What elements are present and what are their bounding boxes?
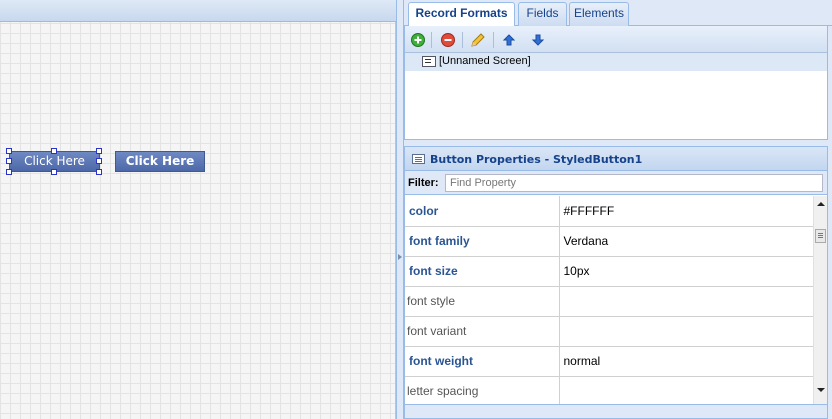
property-value[interactable]: normal [559,346,813,377]
styled-button[interactable]: Click Here [115,151,205,172]
resize-handle-e[interactable] [96,158,102,164]
property-name: font variant [405,316,560,347]
formats-toolbar [405,26,827,53]
property-row[interactable]: font variant [405,316,813,347]
move-down-icon[interactable] [530,32,546,48]
move-up-icon[interactable] [501,32,517,48]
property-value[interactable]: #FFFFFF [559,196,813,227]
property-name: font weight [405,346,560,377]
property-name: font family [405,226,560,257]
panel-splitter[interactable] [396,0,404,419]
record-format-label: [Unnamed Screen] [439,55,531,67]
property-row[interactable]: font family Verdana [405,226,813,257]
property-grid-scrollbar[interactable] [813,196,827,406]
tab-elements[interactable]: Elements [569,2,629,26]
property-row[interactable]: font weight normal [405,346,813,377]
filter-label: Filter: [408,177,439,189]
property-value[interactable]: 10px [559,256,813,287]
scroll-thumb[interactable] [815,229,826,243]
property-value[interactable] [559,286,813,317]
screen-format-icon [422,56,436,67]
resize-handle-s[interactable] [51,169,57,175]
property-row[interactable]: color #FFFFFF [405,196,813,227]
tab-fields[interactable]: Fields [518,2,567,26]
resize-handle-w[interactable] [6,158,12,164]
find-property-input[interactable] [445,174,823,192]
canvas-header-bar [0,0,396,22]
toolbar-separator [493,32,494,48]
property-value[interactable]: Verdana [559,226,813,257]
property-name: font style [405,286,560,317]
tab-record-formats[interactable]: Record Formats [408,2,515,27]
toolbar-separator [462,32,463,48]
property-name: font size [405,256,560,287]
right-panel: Record Formats Fields Elements [Unnamed … [404,0,832,419]
record-format-item[interactable]: [Unnamed Screen] [405,53,827,71]
record-formats-panel: [Unnamed Screen] [404,26,828,140]
property-name: color [405,196,560,227]
scroll-down-icon[interactable] [817,388,825,392]
resize-handle-se[interactable] [96,169,102,175]
scroll-up-icon[interactable] [817,202,825,206]
property-row[interactable]: font size 10px [405,256,813,287]
tab-strip: Record Formats Fields Elements [404,0,832,27]
remove-icon[interactable] [440,32,456,48]
properties-header: Button Properties - StyledButton1 [405,147,827,171]
property-row[interactable]: letter spacing [405,376,813,406]
property-row[interactable]: font style [405,286,813,317]
property-value[interactable] [559,376,813,406]
resize-handle-sw[interactable] [6,169,12,175]
properties-title: Button Properties - StyledButton1 [430,153,643,166]
button-properties-panel: Button Properties - StyledButton1 Filter… [404,146,828,419]
property-grid: color #FFFFFF font family Verdana font s… [405,196,827,406]
resize-handle-nw[interactable] [6,148,12,154]
collapse-arrow-icon[interactable] [398,254,402,260]
toolbar-separator [431,32,432,48]
resize-handle-ne[interactable] [96,148,102,154]
property-value[interactable] [559,316,813,347]
add-icon[interactable] [410,32,426,48]
resize-handle-n[interactable] [51,148,57,154]
edit-pencil-icon[interactable] [470,32,486,48]
filter-bar: Filter: [405,171,827,195]
property-name: letter spacing [405,376,560,406]
properties-grid-icon [412,154,425,164]
properties-footer [405,404,827,418]
design-canvas[interactable]: Click Here Click Here [0,0,396,419]
